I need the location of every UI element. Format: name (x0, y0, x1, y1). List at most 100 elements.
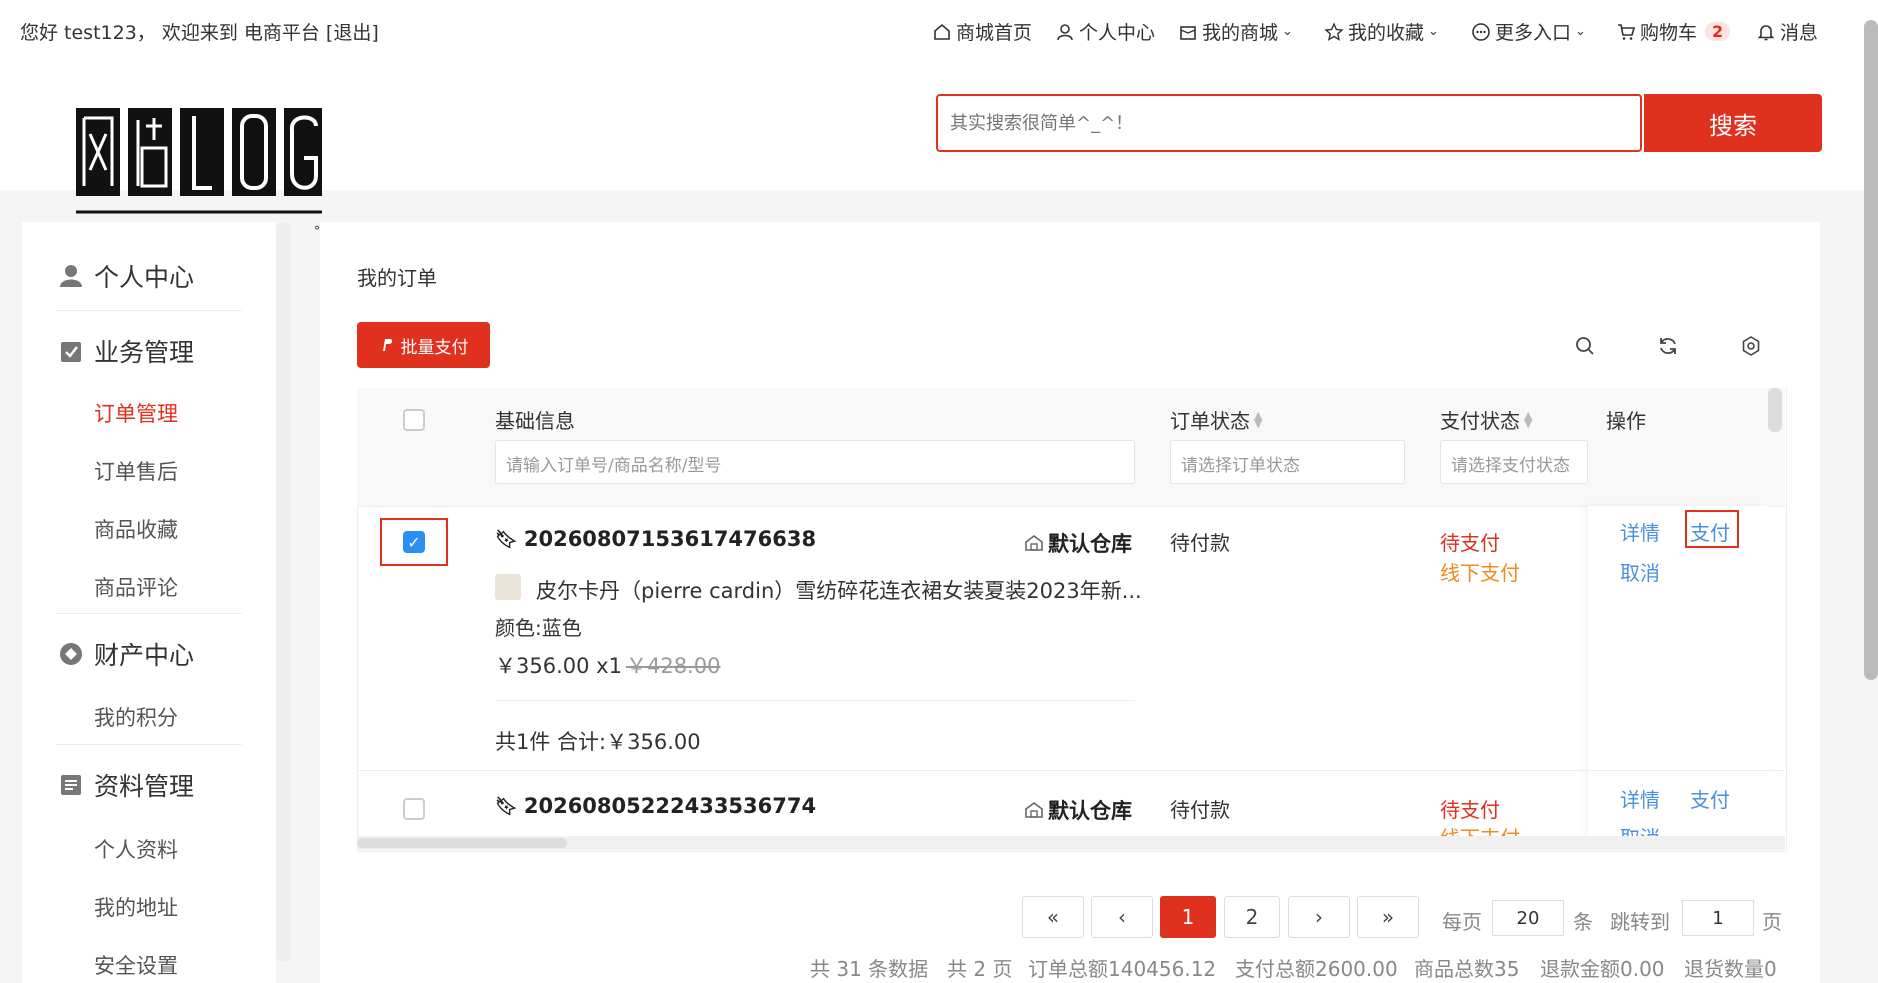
settings-icon[interactable] (1740, 335, 1762, 357)
cart-count-badge: 2 (1705, 22, 1731, 41)
scrollbar-thumb[interactable] (357, 838, 567, 848)
sidebar-item-favorites[interactable]: 商品收藏 (94, 514, 178, 544)
warehouse-icon (1025, 535, 1043, 551)
document-list-icon (61, 775, 81, 795)
pay-link[interactable]: 支付 (1690, 517, 1730, 546)
product-name-link[interactable]: 皮尔卡丹（pierre cardin）雪纺碎花连衣裙女装夏装2023年新... (536, 575, 1142, 605)
column-pay-status[interactable]: 支付状态 ▲ ▼ (1440, 405, 1532, 434)
nav-favorites-label: 我的收藏 (1348, 22, 1425, 44)
sidebar-section-label: 财产中心 (94, 641, 195, 670)
search-input[interactable] (948, 112, 1632, 135)
summary-order-total: 订单总额140456.12 (1028, 957, 1217, 981)
more-dots-icon (1472, 22, 1490, 41)
nav-more-dropdown[interactable]: 更多入口 ⌄ (1471, 18, 1586, 45)
page-button-1[interactable]: 1 (1160, 896, 1216, 938)
batch-pay-button[interactable]: 批量支付 (357, 322, 490, 368)
product-spec: 颜色:蓝色 (495, 616, 582, 640)
pay-status: 待支付 (1440, 531, 1500, 555)
row-checkbox[interactable] (403, 798, 425, 820)
per-page-label: 每页 (1442, 910, 1482, 934)
chevron-down-icon: ⌄ (1575, 24, 1586, 39)
order-number-text: 20260805222433536774 (523, 794, 817, 818)
nav-personal-label: 个人中心 (1079, 22, 1156, 44)
site-logo[interactable] (62, 100, 322, 220)
nav-personal-link[interactable]: 个人中心 (1055, 18, 1155, 45)
sidebar-section-personal[interactable]: 个人中心 (58, 258, 194, 294)
sidebar-section-business[interactable]: 业务管理 (58, 333, 194, 369)
summary-pages: 共 2 页 (947, 957, 1013, 981)
search-button[interactable]: 搜索 (1644, 94, 1822, 152)
chevron-down-icon: ⌄ (1282, 24, 1293, 39)
nav-messages-link[interactable]: 消息 (1756, 18, 1818, 45)
table-horizontal-scrollbar[interactable] (357, 836, 1785, 850)
summary-records: 共 31 条数据 (810, 957, 929, 981)
jump-page-input[interactable]: 1 (1682, 900, 1754, 936)
last-page-button[interactable]: » (1357, 896, 1419, 938)
chevron-down-icon: ⌄ (1428, 24, 1439, 39)
per-page-input[interactable]: 20 (1492, 900, 1564, 936)
bell-icon (1757, 24, 1775, 40)
basic-info-filter-input[interactable]: 请输入订单号/商品名称/型号 (495, 440, 1135, 484)
sidebar-section-profile[interactable]: 资料管理 (58, 767, 194, 803)
batch-pay-label: 批量支付 (400, 337, 469, 358)
warehouse-name: 默认仓库 (1048, 532, 1132, 556)
product-thumbnail[interactable] (495, 574, 521, 600)
column-order-status-label: 订单状态 (1170, 409, 1250, 433)
sort-icon[interactable]: ▲ ▼ (1524, 410, 1532, 429)
nav-home-label: 商城首页 (956, 22, 1033, 44)
sidebar-item-reviews[interactable]: 商品评论 (94, 572, 178, 602)
order-status: 待付款 (1170, 798, 1230, 822)
page-button-2[interactable]: 2 (1224, 896, 1280, 938)
cancel-link[interactable]: 取消 (1620, 557, 1660, 586)
search-icon[interactable] (1574, 335, 1596, 357)
pay-status-filter-select[interactable]: 请选择支付状态 (1440, 440, 1588, 484)
detail-link[interactable]: 详情 (1620, 517, 1660, 546)
column-order-status[interactable]: 订单状态 ▲ ▼ (1170, 405, 1262, 434)
sidebar-item-after-sales[interactable]: 订单售后 (94, 456, 178, 486)
nav-cart-link[interactable]: 购物车 2 (1616, 18, 1731, 45)
first-page-button[interactable]: « (1022, 896, 1084, 938)
nav-my-mall-dropdown[interactable]: 我的商城 ⌄ (1178, 18, 1293, 45)
paypal-icon (382, 339, 392, 351)
order-status-filter-select[interactable]: 请选择订单状态 (1170, 440, 1405, 484)
select-all-checkbox[interactable] (403, 409, 425, 431)
row-checkbox[interactable]: ✓ (403, 531, 425, 553)
star-icon (1324, 21, 1344, 41)
sidebar-item-points[interactable]: 我的积分 (94, 702, 178, 732)
nav-my-mall-label: 我的商城 (1202, 22, 1279, 44)
pay-link[interactable]: 支付 (1690, 784, 1730, 813)
window-scrollbar[interactable] (1864, 20, 1878, 680)
page-title: 我的订单 (357, 266, 437, 290)
nav-favorites-dropdown[interactable]: 我的收藏 ⌄ (1324, 18, 1439, 45)
diamond-coin-icon (60, 643, 82, 665)
summary-pay-total: 支付总额2600.00 (1235, 957, 1398, 981)
pay-status: 待支付 (1440, 798, 1500, 822)
warehouse-icon (1025, 802, 1043, 818)
page-unit: 页 (1762, 910, 1782, 934)
greeting-text: 您好 test123， 欢迎来到 电商平台 [退出] (20, 22, 379, 44)
cancel-link-clipped: 取消 (1620, 822, 1660, 836)
refresh-icon[interactable] (1657, 335, 1679, 357)
sidebar-section-assets[interactable]: 财产中心 (58, 636, 194, 672)
sidebar-item-security[interactable]: 安全设置 (94, 950, 178, 980)
user-icon (1057, 23, 1073, 40)
detail-link[interactable]: 详情 (1620, 784, 1660, 813)
sidebar-scrollbar[interactable] (276, 222, 290, 962)
sidebar-item-order-management[interactable]: 订单管理 (94, 398, 178, 428)
row-divider (495, 700, 1135, 701)
cancel-link[interactable]: 取消 (1620, 826, 1660, 836)
table-vertical-scrollbar[interactable] (1768, 388, 1782, 432)
prev-page-button[interactable]: ‹ (1091, 896, 1153, 938)
nav-home-link[interactable]: 商城首页 (932, 18, 1032, 45)
cart-icon (1618, 23, 1636, 40)
next-page-button[interactable]: › (1288, 896, 1350, 938)
sidebar-item-profile[interactable]: 个人资料 (94, 834, 178, 864)
actions-column-fixed (1588, 506, 1768, 836)
pay-method: 线下支付 (1440, 826, 1520, 836)
user-icon (60, 265, 82, 287)
sort-icon[interactable]: ▲ ▼ (1254, 410, 1262, 429)
sidebar-divider (56, 310, 242, 311)
sidebar-item-address[interactable]: 我的地址 (94, 892, 178, 922)
nav-messages-label: 消息 (1780, 22, 1819, 44)
order-status: 待付款 (1170, 531, 1230, 555)
